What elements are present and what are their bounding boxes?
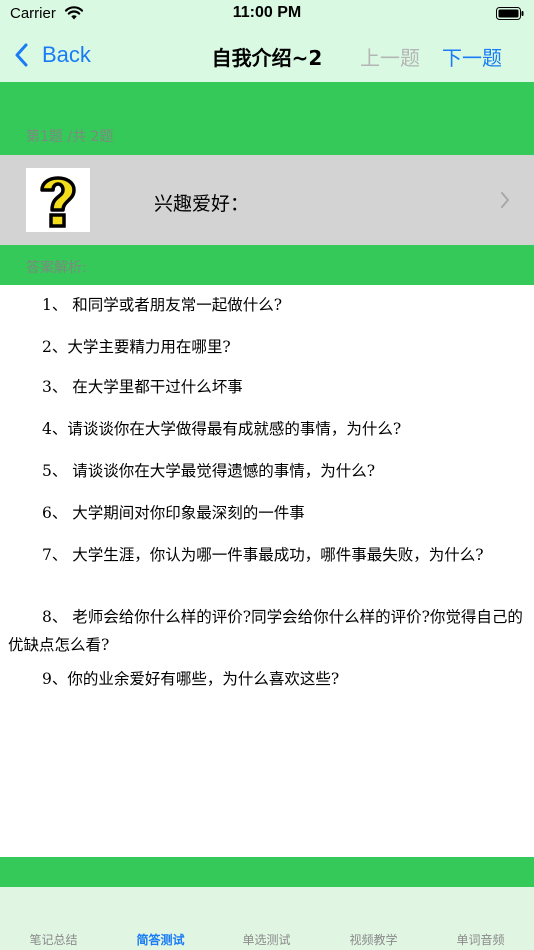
answer-item: 1、 和同学或者朋友常一起做什么? bbox=[42, 296, 283, 314]
answer-item: 4、请谈谈你在大学做得最有成就感的事情，为什么? bbox=[42, 420, 402, 438]
navigation-bar: Back 自我介绍~2 上一题 下一题 bbox=[0, 28, 534, 82]
tab-bar: 笔记总结 简答测试 单选测试 视频教学 单词音频 bbox=[0, 887, 534, 950]
back-label: Back bbox=[42, 42, 91, 67]
answer-item: 8、 老师会给你什么样的评价?同学会给你什么样的评价?你觉得自己的优缺点怎么看? bbox=[8, 608, 523, 654]
chevron-left-icon bbox=[15, 43, 28, 67]
tab-notes-summary[interactable]: 笔记总结 bbox=[0, 931, 107, 948]
answer-item: 5、 请谈谈你在大学最觉得遗憾的事情，为什么? bbox=[42, 462, 376, 480]
tab-short-answer-test[interactable]: 简答测试 bbox=[107, 931, 214, 948]
answer-item: 9、你的业余爱好有哪些，为什么喜欢这些? bbox=[42, 670, 340, 688]
status-bar: Carrier 11:00 PM bbox=[0, 0, 534, 28]
question-mark-icon bbox=[26, 168, 90, 232]
answer-item: 2、大学主要精力用在哪里? bbox=[42, 338, 231, 356]
answer-header: 答案解析: bbox=[0, 245, 534, 285]
tab-word-audio[interactable]: 单词音频 bbox=[427, 931, 534, 948]
answer-item: 3、 在大学里都干过什么坏事 bbox=[42, 378, 243, 396]
battery-icon bbox=[496, 7, 524, 20]
tab-single-choice-test[interactable]: 单选测试 bbox=[213, 931, 320, 948]
footer-band bbox=[0, 857, 534, 887]
question-row[interactable]: 兴趣爱好： bbox=[0, 155, 534, 245]
page-title: 自我介绍~2 bbox=[211, 46, 323, 70]
previous-question-button[interactable]: 上一题 bbox=[360, 42, 420, 71]
answer-item: 6、 大学期间对你印象最深刻的一件事 bbox=[42, 504, 305, 522]
back-button[interactable]: Back bbox=[14, 40, 91, 70]
question-counter: 第1题 /共 2题 bbox=[26, 129, 114, 145]
answer-label: 答案解析: bbox=[26, 260, 87, 276]
question-title: 兴趣爱好： bbox=[154, 193, 250, 215]
status-time: 11:00 PM bbox=[232, 4, 302, 21]
next-question-button[interactable]: 下一题 bbox=[442, 42, 502, 71]
chevron-right-icon bbox=[501, 192, 509, 208]
answer-item: 7、 大学生涯，你认为哪一件事最成功，哪件事最失败，为什么? bbox=[42, 546, 484, 564]
tab-video-lessons[interactable]: 视频教学 bbox=[320, 931, 427, 948]
